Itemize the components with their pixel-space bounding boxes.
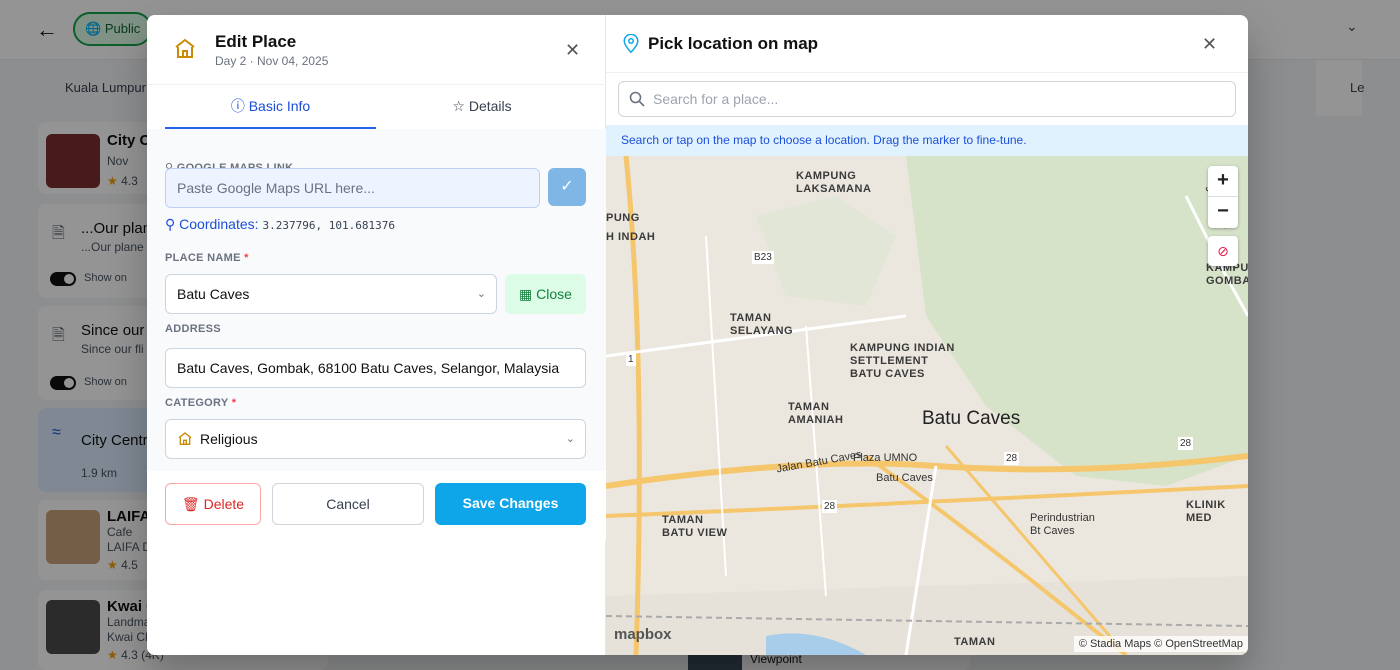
map-label: TAMAN	[954, 636, 996, 648]
temple-icon	[175, 38, 195, 58]
road-shield: 28	[1004, 452, 1020, 465]
check-circle-icon: ✓	[560, 178, 574, 195]
category-select[interactable]: Religious ⌄	[165, 419, 586, 459]
cancel-button[interactable]: Cancel	[272, 483, 424, 525]
edit-place-modal: Edit Place Day 2 · Nov 04, 2025 ✕ ⓘ Basi…	[147, 15, 1248, 655]
map-label: Perindustrian Bt Caves	[1030, 512, 1095, 537]
map-attribution[interactable]: © Stadia Maps © OpenStreetMap	[1073, 636, 1248, 652]
chevron-down-icon: ⌄	[565, 433, 575, 445]
map-label: TAMAN BATU VIEW	[662, 514, 728, 539]
close-icon[interactable]: ✕	[1202, 34, 1217, 55]
map-label-batu-caves: Batu Caves	[922, 408, 1021, 429]
info-icon: ⓘ	[230, 98, 245, 114]
delete-button[interactable]: 🗑 Delete	[165, 483, 261, 525]
map-label: KAMPUNG LAKSAMANA	[796, 170, 872, 195]
modal-subtitle: Day 2 · Nov 04, 2025	[215, 54, 329, 68]
map-label: TAMAN SELAYANG	[730, 312, 794, 337]
form-actions: 🗑 Delete Cancel Save Changes	[147, 471, 606, 541]
chevron-down-icon: ⌄	[476, 288, 486, 300]
map-pin-icon	[623, 34, 639, 54]
map-label: KLINIK MED	[1186, 499, 1226, 524]
trash-icon: 🗑	[181, 496, 200, 512]
map-tiles	[606, 156, 1248, 655]
star-outline-icon: ☆	[452, 98, 465, 114]
pin-icon: ⚲	[165, 216, 176, 232]
road-shield: 28	[822, 500, 838, 513]
map-title: Pick location on map	[648, 34, 819, 53]
google-maps-url-input[interactable]: Paste Google Maps URL here...	[165, 168, 540, 208]
mapbox-logo: mapbox	[614, 626, 672, 643]
modal-header: Edit Place Day 2 · Nov 04, 2025 ✕	[147, 15, 606, 85]
close-map-button[interactable]: ▦ Close	[505, 274, 586, 314]
road-shield: B23	[752, 251, 774, 264]
place-name-select[interactable]: Batu Caves ⌄	[165, 274, 497, 314]
address-input[interactable]: Batu Caves, Gombak, 68100 Batu Caves, Se…	[165, 348, 586, 388]
map-label: Batu Caves	[876, 472, 933, 484]
zoom-in-button[interactable]: +	[1208, 166, 1238, 197]
road-shield: 28	[1178, 437, 1194, 450]
zoom-out-button[interactable]: −	[1208, 197, 1238, 228]
map-label: Plaza UMNO	[853, 452, 918, 464]
map-label: PUNG	[606, 212, 640, 224]
address-label: ADDRESS	[165, 323, 221, 335]
place-search-input[interactable]: Search for a place...	[618, 81, 1236, 117]
save-changes-button[interactable]: Save Changes	[435, 483, 586, 525]
map-label: TAMAN AMANIAH	[788, 401, 844, 426]
verify-link-button[interactable]: ✓	[548, 168, 586, 206]
zoom-control: + −	[1208, 166, 1238, 228]
search-icon	[629, 91, 645, 107]
map-hint: Search or tap on the map to choose a loc…	[606, 125, 1248, 156]
map-header: Pick location on map ✕	[606, 15, 1248, 73]
map-picker-panel: Pick location on map ✕ Search for a plac…	[606, 15, 1248, 655]
temple-icon	[178, 432, 192, 445]
map-icon: ▦	[519, 286, 533, 302]
close-icon[interactable]: ✕	[565, 40, 580, 61]
tab-bar: ⓘ Basic Info ☆ Details	[165, 87, 588, 129]
map-canvas[interactable]: KAMPUNG LAKSAMANA PUNG H INDAH B23 TAMAN…	[606, 156, 1248, 655]
coordinates-readout: ⚲ Coordinates: 3.237796, 101.681376	[165, 216, 395, 232]
tab-details[interactable]: ☆ Details	[376, 87, 588, 129]
map-label: H INDAH	[606, 231, 656, 243]
road-shield: 1	[626, 353, 636, 366]
tab-basic-info[interactable]: ⓘ Basic Info	[165, 87, 376, 129]
form-body: ⚲ GOOGLE MAPS LINK Paste Google Maps URL…	[147, 129, 606, 471]
compass-icon[interactable]: ⊘	[1208, 236, 1238, 266]
modal-title: Edit Place	[215, 32, 297, 51]
map-label: KAMPUNG INDIAN SETTLEMENT BATU CAVES	[850, 342, 955, 380]
edit-form-panel: Edit Place Day 2 · Nov 04, 2025 ✕ ⓘ Basi…	[147, 15, 606, 655]
